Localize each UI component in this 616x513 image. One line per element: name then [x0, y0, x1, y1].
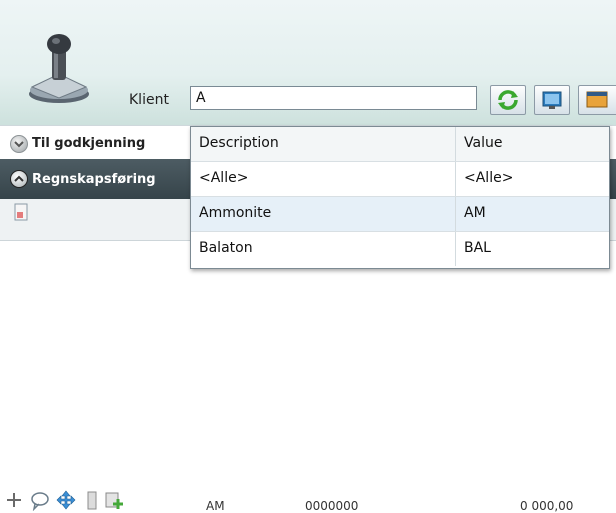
expand-chevron-icon[interactable]: [10, 135, 28, 153]
section-title: Til godkjenning: [32, 136, 146, 151]
klient-dropdown: Description Value <Alle> <Alle> Ammonite…: [190, 126, 610, 269]
refresh-icon: [498, 90, 518, 110]
option-description: <Alle>: [199, 170, 249, 186]
dropdown-header: Description Value: [191, 127, 609, 162]
comment-icon[interactable]: [30, 489, 50, 511]
file-icon[interactable]: [82, 489, 102, 511]
klient-input[interactable]: [190, 86, 477, 110]
partial-number: 0000000: [305, 499, 359, 513]
column-header-description[interactable]: Description: [199, 135, 279, 151]
dropdown-option[interactable]: Balaton BAL: [191, 232, 609, 266]
partial-code: AM: [206, 499, 225, 513]
refresh-button[interactable]: [490, 85, 526, 115]
column-header-value[interactable]: Value: [464, 135, 502, 151]
collapse-chevron-icon[interactable]: [10, 170, 28, 188]
window-button[interactable]: [578, 85, 616, 115]
window-icon: [586, 91, 608, 108]
section-title: Regnskapsføring: [32, 172, 156, 187]
option-value: AM: [464, 205, 486, 221]
stamp-logo-icon: [29, 34, 89, 103]
monitor-icon: [542, 91, 562, 109]
option-value: BAL: [464, 240, 491, 256]
document-icon[interactable]: [12, 203, 30, 221]
add-green-icon[interactable]: [104, 489, 124, 511]
option-value: <Alle>: [464, 170, 514, 186]
dropdown-option[interactable]: <Alle> <Alle>: [191, 162, 609, 197]
header-bar: Klient: [0, 0, 616, 125]
dropdown-option[interactable]: Ammonite AM: [191, 197, 609, 232]
option-description: Ammonite: [199, 205, 272, 221]
move-icon[interactable]: [56, 489, 76, 511]
klient-label: Klient: [129, 92, 169, 108]
partial-amount: 0 000,00: [520, 499, 574, 513]
option-description: Balaton: [199, 240, 253, 256]
add-icon[interactable]: [4, 489, 24, 511]
monitor-button[interactable]: [534, 85, 570, 115]
